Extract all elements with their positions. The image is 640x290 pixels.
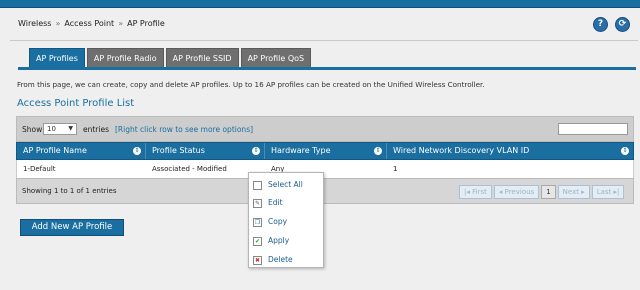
column-header-hardware-type[interactable]: Hardware Type ⇕ (265, 143, 387, 159)
tab-bar: AP Profiles AP Profile Radio AP Profile … (29, 48, 312, 67)
previous-label: Previous (504, 188, 535, 196)
list-controls: Show 10 ▼ entries [Right click row to se… (16, 116, 634, 142)
show-label: Show (22, 125, 43, 134)
context-menu: Select All ✎ Edit ❐ Copy ✔ Apply ✖ Delet… (248, 172, 324, 268)
page-description: From this page, we can create, copy and … (17, 80, 485, 89)
checkbox-icon (253, 181, 262, 190)
column-label: Wired Network Discovery VLAN ID (393, 146, 530, 155)
next-label: Next (562, 188, 579, 196)
menu-item-label: Edit (268, 198, 283, 207)
column-header-vlan-id[interactable]: Wired Network Discovery VLAN ID ⇕ (387, 143, 633, 159)
showing-entries: Showing 1 to 1 of 1 entries (22, 187, 117, 195)
tab-ap-profile-radio[interactable]: AP Profile Radio (86, 48, 164, 67)
delete-icon: ✖ (253, 256, 262, 265)
pagination: |◂ First ◂ Previous 1 Next ▸ Last ▸| (459, 185, 625, 199)
sort-icon: ⇕ (133, 147, 141, 155)
chevron-down-icon: ▼ (68, 125, 73, 132)
table-header: AP Profile Name ⇕ Profile Status ⇕ Hardw… (16, 142, 634, 160)
menu-item-label: Copy (268, 217, 288, 226)
next-page-button[interactable]: Next ▸ (557, 185, 590, 199)
column-header-profile-status[interactable]: Profile Status ⇕ (146, 143, 265, 159)
page-number-button[interactable]: 1 (541, 185, 556, 199)
column-label: AP Profile Name (23, 146, 87, 155)
first-page-button[interactable]: |◂ First (459, 185, 492, 199)
cell-vlan-id: 1 (393, 165, 398, 173)
page-size-value: 10 (47, 125, 56, 133)
menu-item-label: Apply (268, 236, 290, 245)
table-row[interactable]: 1-Default Associated - Modified Any 1 (16, 160, 634, 178)
right-click-hint: [Right click row to see more options] (115, 125, 254, 134)
breadcrumb-item-ap-profile: AP Profile (127, 19, 165, 28)
breadcrumb-item-access-point[interactable]: Access Point (64, 19, 114, 28)
tab-underline (18, 67, 636, 70)
menu-item-apply[interactable]: ✔ Apply (253, 233, 323, 249)
last-page-button[interactable]: Last ▸| (591, 185, 625, 199)
section-title: Access Point Profile List (17, 98, 135, 109)
menu-item-edit[interactable]: ✎ Edit (253, 195, 323, 211)
column-header-ap-profile-name[interactable]: AP Profile Name ⇕ (17, 143, 146, 159)
pencil-icon: ✎ (253, 199, 262, 208)
breadcrumb-separator: » (118, 19, 124, 28)
tab-ap-profiles[interactable]: AP Profiles (29, 48, 85, 67)
entries-label: entries (83, 125, 109, 134)
page-size-select[interactable]: 10 ▼ (43, 123, 77, 135)
sort-icon: ⇕ (252, 147, 260, 155)
copy-icon: ❐ (253, 218, 262, 227)
menu-item-label: Delete (268, 255, 293, 264)
top-bar (0, 0, 640, 8)
tab-ap-profile-ssid[interactable]: AP Profile SSID (165, 48, 239, 67)
column-label: Profile Status (152, 146, 205, 155)
logout-icon[interactable]: ⟳ (615, 17, 630, 32)
cell-ap-profile-name: 1-Default (23, 165, 56, 173)
sort-icon: ⇕ (621, 147, 629, 155)
header-divider (10, 40, 638, 41)
menu-item-copy[interactable]: ❐ Copy (253, 214, 323, 230)
last-label: Last (596, 188, 612, 196)
search-input[interactable] (558, 123, 628, 135)
breadcrumb: Wireless» Access Point» AP Profile (18, 19, 165, 28)
sort-icon: ⇕ (374, 147, 382, 155)
breadcrumb-separator: » (55, 19, 61, 28)
first-label: First (472, 188, 487, 196)
menu-item-delete[interactable]: ✖ Delete (253, 252, 323, 268)
menu-item-label: Select All (268, 180, 303, 189)
menu-item-select-all[interactable]: Select All (253, 177, 323, 193)
tab-ap-profile-qos[interactable]: AP Profile QoS (240, 48, 312, 67)
table-footer: Showing 1 to 1 of 1 entries |◂ First ◂ P… (16, 178, 634, 204)
column-label: Hardware Type (271, 146, 331, 155)
breadcrumb-item-wireless[interactable]: Wireless (18, 19, 51, 28)
help-icon[interactable]: ? (593, 17, 608, 32)
previous-page-button[interactable]: ◂ Previous (493, 185, 540, 199)
add-new-ap-profile-button[interactable]: Add New AP Profile (20, 219, 124, 236)
checkmark-icon: ✔ (253, 237, 262, 246)
